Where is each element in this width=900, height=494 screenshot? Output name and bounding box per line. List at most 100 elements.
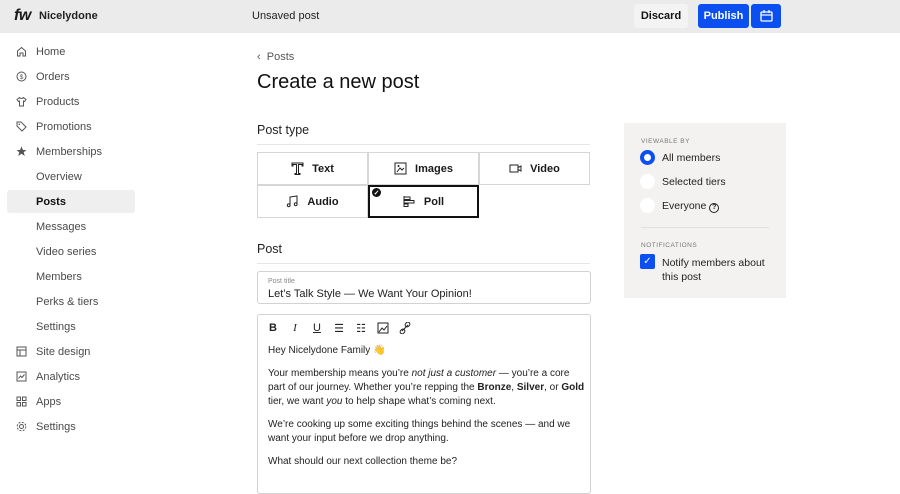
notifications-label: NOTIFICATIONS <box>641 242 698 249</box>
paragraph-3: What should our next collection theme be… <box>268 456 457 467</box>
sidebar-item-products[interactable]: Products <box>7 90 135 113</box>
sidebar-item-memberships[interactable]: Memberships <box>7 140 135 163</box>
page-title: Create a new post <box>257 71 420 93</box>
sidebar-item-label: Settings <box>36 320 76 333</box>
underline-button[interactable]: U <box>309 321 325 335</box>
help-icon[interactable]: ? <box>709 203 720 213</box>
option-all-members[interactable]: All members <box>662 152 720 164</box>
bold-button[interactable]: B <box>265 321 281 335</box>
breadcrumb-posts[interactable]: Posts <box>267 51 295 63</box>
insert-link-button[interactable] <box>397 321 413 335</box>
sidebar-item-home[interactable]: Home <box>7 40 135 63</box>
store-name: Nicelydone <box>39 10 98 22</box>
discard-button[interactable]: Discard <box>634 4 688 28</box>
post-type-audio[interactable]: Audio <box>257 185 368 218</box>
sidebar-item-perks-tiers[interactable]: Perks & tiers <box>7 290 135 313</box>
music-icon <box>287 195 299 208</box>
radio-everyone[interactable] <box>640 198 655 213</box>
sidebar-item-orders[interactable]: $ Orders <box>7 65 135 88</box>
dollar-circle-icon: $ <box>16 71 27 82</box>
post-type-video[interactable]: Video <box>479 152 590 185</box>
sidebar-item-label: Members <box>36 270 82 283</box>
sidebar-item-label: Apps <box>36 395 62 408</box>
calendar-icon <box>759 10 773 22</box>
sidebar-item-settings[interactable]: Settings <box>7 315 135 338</box>
bullet-list-button[interactable]: ☰ <box>331 321 347 335</box>
post-type-poll[interactable]: ✓ Poll <box>368 185 479 218</box>
checkmark-icon: ✓ <box>643 256 652 267</box>
sidebar-item-apps[interactable]: Apps <box>7 390 135 413</box>
layout-icon <box>16 346 27 357</box>
sidebar-item-label: Posts <box>36 195 66 208</box>
post-status: Unsaved post <box>252 10 320 22</box>
breadcrumb[interactable]: ‹ Posts <box>257 51 294 63</box>
text-icon <box>291 162 304 175</box>
post-type-text[interactable]: Text <box>257 152 368 185</box>
chevron-left-icon: ‹ <box>257 51 267 63</box>
star-icon <box>16 146 27 157</box>
option-selected-tiers[interactable]: Selected tiers <box>662 176 726 188</box>
top-bar: fw Nicelydone Unsaved post Discard Publi… <box>0 0 900 33</box>
notify-checkbox[interactable]: ✓ <box>640 254 655 269</box>
sidebar-item-video-series[interactable]: Video series <box>7 240 135 263</box>
sidebar-item-posts[interactable]: Posts <box>7 190 135 213</box>
sidebar-item-label: Analytics <box>36 370 81 383</box>
radio-all-members[interactable] <box>640 150 655 165</box>
sidebar-item-label: Memberships <box>36 145 103 158</box>
image-icon <box>377 322 389 334</box>
post-heading: Post <box>257 242 590 264</box>
chart-icon <box>16 371 27 382</box>
selected-check-icon: ✓ <box>372 188 381 197</box>
link-icon <box>399 322 411 334</box>
visibility-panel: VIEWABLE BY All members Selected tiers E… <box>624 123 786 298</box>
post-type-images[interactable]: Images <box>368 152 479 185</box>
sidebar-item-label: Orders <box>36 70 70 83</box>
logo: fw <box>14 7 31 24</box>
post-type-label: Images <box>415 162 453 175</box>
insert-image-button[interactable] <box>375 321 391 335</box>
sidebar-item-site-design[interactable]: Site design <box>7 340 135 363</box>
post-body-editor[interactable]: B I U ☰ ☷ Hey Nicelydone Family 👋 Your m… <box>257 314 591 494</box>
divider <box>641 227 769 228</box>
post-body-text[interactable]: Hey Nicelydone Family 👋 Your membership … <box>268 344 586 478</box>
sidebar-item-label: Promotions <box>36 120 92 133</box>
radio-selected-tiers[interactable] <box>640 174 655 189</box>
post-title-label: Post title <box>268 278 295 285</box>
italic-button[interactable]: I <box>287 321 303 335</box>
post-type-label: Video <box>530 162 560 175</box>
schedule-button[interactable] <box>751 4 781 28</box>
post-title-value[interactable]: Let’s Talk Style — We Want Your Opinion! <box>268 288 472 300</box>
paragraph-2: We’re cooking up some exciting things be… <box>268 419 571 444</box>
greeting: Hey Nicelydone Family 👋 <box>268 345 386 356</box>
image-icon <box>394 162 407 175</box>
post-type-heading: Post type <box>257 123 590 145</box>
sidebar-item-messages[interactable]: Messages <box>7 215 135 238</box>
post-type-label: Poll <box>423 195 445 208</box>
publish-button[interactable]: Publish <box>698 4 749 28</box>
option-everyone[interactable]: Everyone ? <box>662 200 720 213</box>
numbered-list-button[interactable]: ☷ <box>353 321 369 335</box>
sidebar-item-analytics[interactable]: Analytics <box>7 365 135 388</box>
sidebar-item-members[interactable]: Members <box>7 265 135 288</box>
sidebar-item-label: Overview <box>36 170 82 183</box>
post-type-grid: Text Images Video Audio ✓ Poll <box>257 152 591 218</box>
sidebar-item-label: Site design <box>36 345 91 358</box>
paragraph-1: Your membership means you’re not just a … <box>268 368 585 407</box>
post-title-field[interactable]: Post title Let’s Talk Style — We Want Yo… <box>257 271 591 304</box>
viewable-by-label: VIEWABLE BY <box>641 138 690 145</box>
sidebar-item-label: Home <box>36 45 66 58</box>
notify-label[interactable]: Notify members about this post <box>662 256 774 284</box>
post-type-label: Text <box>312 162 334 175</box>
poll-icon <box>403 196 415 207</box>
post-type-label: Audio <box>307 195 339 208</box>
sidebar-item-settings[interactable]: Settings <box>7 415 135 438</box>
tag-icon <box>16 121 27 132</box>
sidebar-item-label: Video series <box>36 245 97 258</box>
apps-icon <box>16 396 27 407</box>
sidebar-item-label: Products <box>36 95 80 108</box>
sidebar-item-label: Settings <box>36 420 76 433</box>
editor-toolbar: B I U ☰ ☷ <box>265 321 413 335</box>
sidebar-item-promotions[interactable]: Promotions <box>7 115 135 138</box>
sidebar-item-overview[interactable]: Overview <box>7 165 135 188</box>
home-icon <box>16 46 27 57</box>
